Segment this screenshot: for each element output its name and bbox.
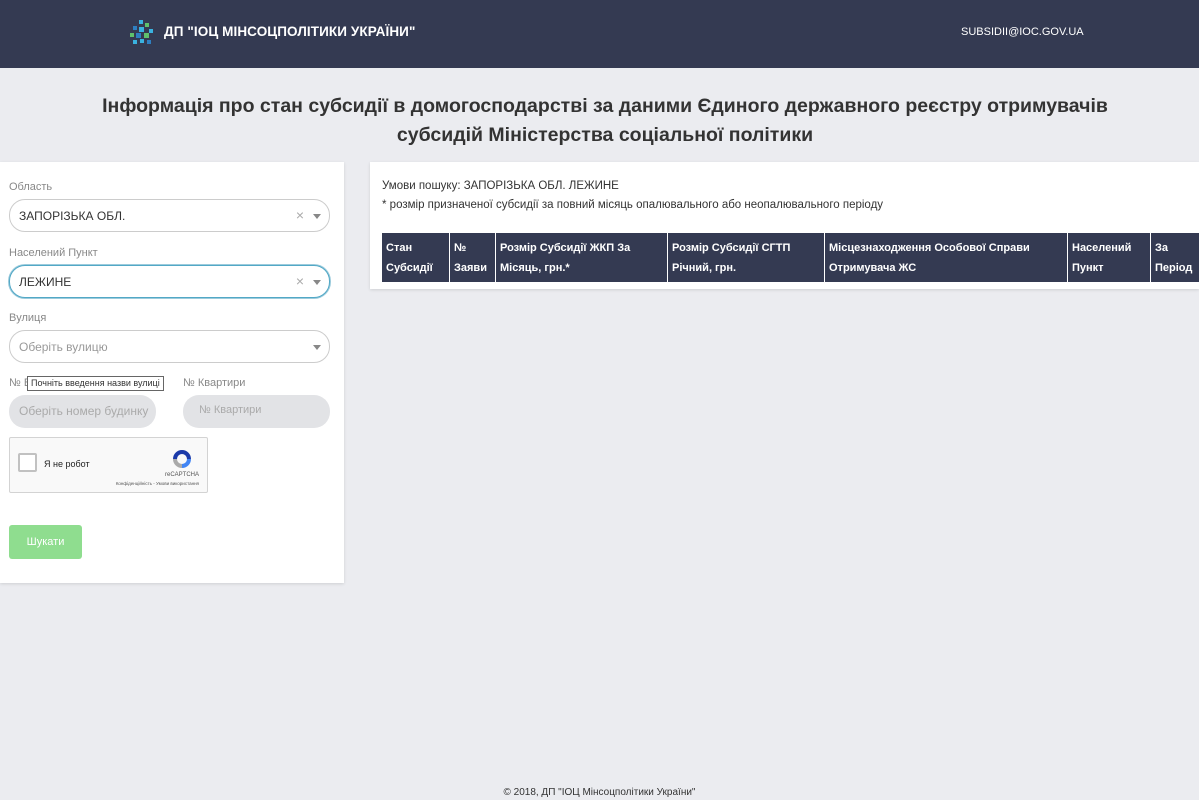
recaptcha-widget: Я не робот reCAPTCHA Конфіденційність - … [9, 437, 208, 493]
top-navbar: ДП "ІОЦ МІНСОЦПОЛІТИКИ УКРАЇНИ" SUBSIDII… [0, 0, 1199, 68]
search-button[interactable]: Шукати [9, 525, 82, 559]
logo-icon [130, 20, 153, 44]
apartment-placeholder: № Квартири [199, 404, 262, 416]
street-select[interactable]: Оберіть вулицю [9, 330, 330, 363]
chevron-down-icon[interactable] [313, 280, 321, 285]
contact-email[interactable]: SUBSIDII@IOC.GOV.UA [961, 26, 1084, 38]
subsidy-note: * розмір призначеної субсидії за повний … [382, 199, 884, 211]
region-label: Область [9, 181, 53, 193]
house-select[interactable]: Оберіть номер будинку [9, 395, 156, 428]
brand-name[interactable]: ДП "ІОЦ МІНСОЦПОЛІТИКИ УКРАЇНИ" [164, 24, 415, 39]
locality-select[interactable]: ЛЕЖИНЕ × [9, 265, 330, 298]
recaptcha-brand: reCAPTCHA [164, 472, 199, 478]
apartment-input[interactable]: № Квартири [183, 395, 330, 428]
house-placeholder: Оберіть номер будинку [19, 404, 149, 418]
footer-copyright: © 2018, ДП "ІОЦ Мінсоцполітики України" [503, 787, 696, 798]
col-application-number: № Заяви [450, 233, 496, 282]
apartment-label: № Квартири [183, 377, 246, 389]
recaptcha-label: Я не робот [44, 459, 90, 469]
street-tooltip: Почніть введення назви вулиці [27, 376, 164, 391]
region-select[interactable]: ЗАПОРІЗЬКА ОБЛ. × [9, 199, 330, 232]
recaptcha-checkbox[interactable] [18, 453, 37, 472]
col-case-location: Місцезнаходження Особової Справи Отримув… [825, 233, 1068, 282]
street-placeholder: Оберіть вулицю [19, 340, 108, 354]
chevron-down-icon[interactable] [313, 345, 321, 350]
recaptcha-privacy-link[interactable]: Конфіденційність - Умови використання [116, 481, 199, 486]
col-locality: Населений Пункт [1068, 233, 1151, 282]
chevron-down-icon[interactable] [313, 214, 321, 219]
clear-icon[interactable]: × [296, 207, 304, 223]
search-form-panel: Область ЗАПОРІЗЬКА ОБЛ. × Населений Пунк… [0, 162, 344, 583]
col-housing-subsidy: Розмір Субсидії ЖКП За Місяць, грн.* [496, 233, 668, 282]
recaptcha-icon [173, 450, 191, 468]
col-fuel-subsidy: Розмір Субсидії СГТП Річний, грн. [668, 233, 825, 282]
locality-label: Населений Пункт [9, 247, 98, 259]
street-label: Вулиця [9, 312, 47, 324]
results-table-header: Стан Субсидії № Заяви Розмір Субсидії ЖК… [382, 233, 1199, 282]
col-period: За Період [1151, 233, 1199, 282]
locality-value: ЛЕЖИНЕ [19, 275, 72, 289]
clear-icon[interactable]: × [296, 273, 304, 289]
col-subsidy-status: Стан Субсидії [382, 233, 450, 282]
page-title: Інформація про стан субсидії в домогоспо… [102, 95, 1108, 146]
region-value: ЗАПОРІЗЬКА ОБЛ. [19, 209, 126, 223]
results-panel: Умови пошуку: ЗАПОРІЗЬКА ОБЛ. ЛЕЖИНЕ * р… [370, 162, 1199, 289]
search-conditions: Умови пошуку: ЗАПОРІЗЬКА ОБЛ. ЛЕЖИНЕ [382, 180, 619, 192]
